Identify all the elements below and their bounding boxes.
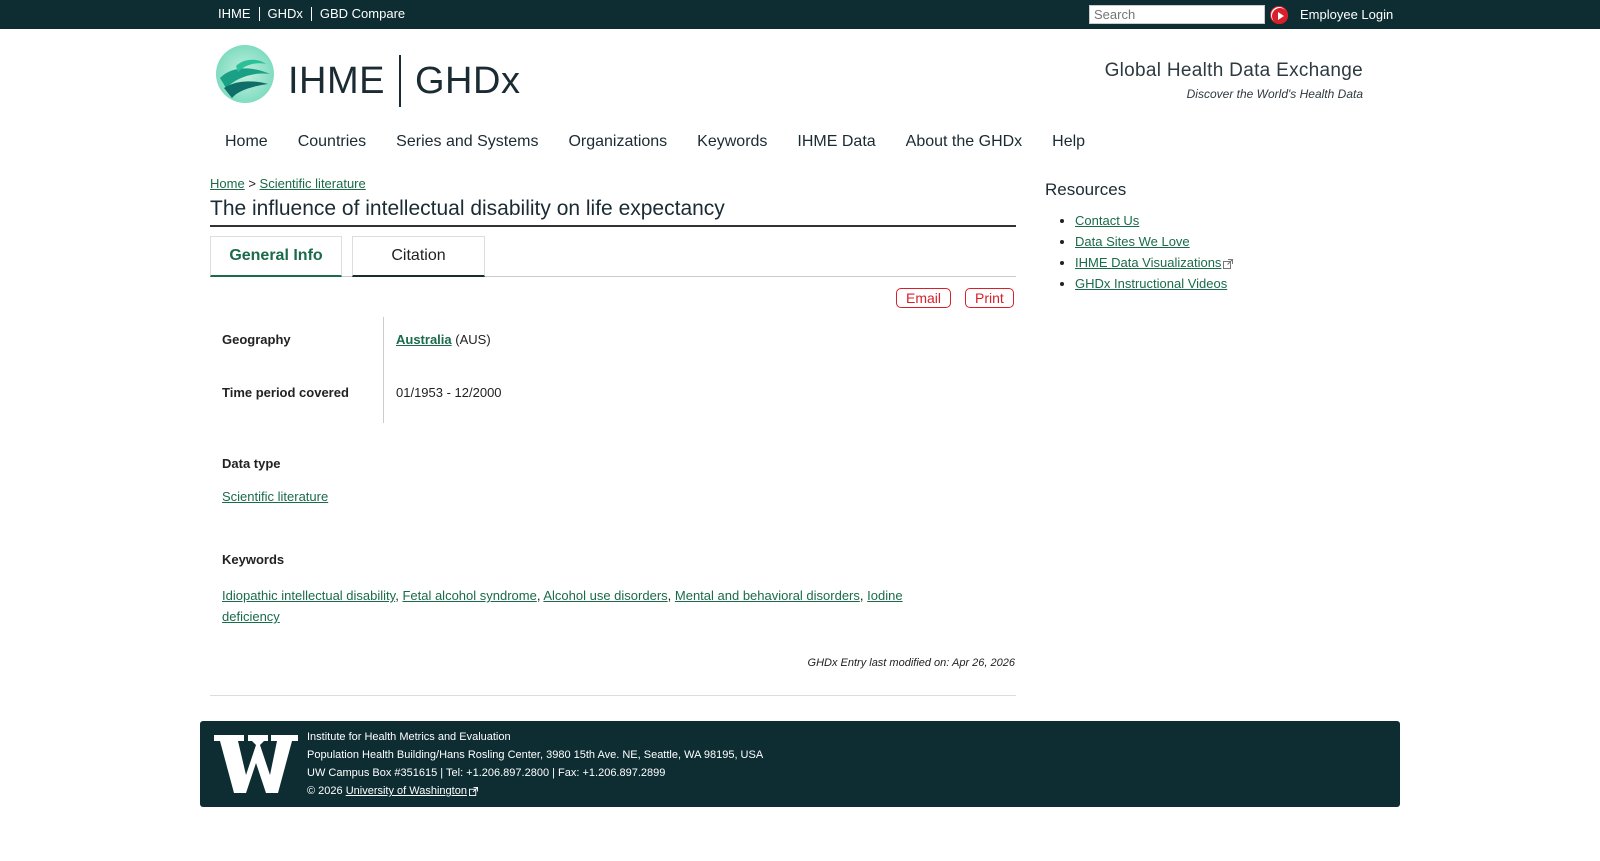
site-tagline: Global Health Data Exchange Discover the…: [1105, 60, 1363, 101]
resources-list: Contact Us Data Sites We Love IHME Data …: [1075, 213, 1234, 297]
breadcrumb-home-link[interactable]: Home: [210, 176, 245, 191]
tab-citation[interactable]: Citation: [352, 236, 485, 277]
brand-wordmark[interactable]: IHME GHDx: [288, 55, 520, 107]
ihme-logo-icon[interactable]: [214, 44, 276, 104]
breadcrumb-current-link[interactable]: Scientific literature: [260, 176, 366, 191]
info-labels-column: Geography Time period covered: [210, 317, 384, 423]
external-link-icon: [468, 786, 478, 796]
content-divider: [210, 695, 1016, 696]
brand-ihme: IHME: [288, 59, 385, 102]
resources-title: Resources: [1045, 180, 1127, 199]
top-link-ghdx[interactable]: GHDx: [258, 7, 311, 21]
tab-general-info[interactable]: General Info: [210, 236, 342, 277]
footer-address: Population Health Building/Hans Rosling …: [307, 749, 764, 761]
resource-item: GHDx Instructional Videos: [1075, 276, 1233, 291]
resource-link-ghdx-instructional-videos[interactable]: GHDx Instructional Videos: [1075, 276, 1227, 291]
employee-login-link[interactable]: Employee Login: [1300, 7, 1393, 22]
keyword-link-mental-and-behavioral-disorders[interactable]: Mental and behavioral disorders: [675, 588, 860, 603]
keywords-list: Idiopathic intellectual disability, Feta…: [222, 585, 952, 627]
resource-link-ihme-data-visualizations[interactable]: IHME Data Visualizations: [1075, 255, 1221, 270]
info-table: Geography Time period covered Australia …: [210, 317, 1016, 423]
email-button[interactable]: Email: [896, 288, 952, 308]
keyword-link-idiopathic-intellectual-disability[interactable]: Idiopathic intellectual disability: [222, 588, 395, 603]
footer-text: Institute for Health Metrics and Evaluat…: [307, 728, 763, 800]
nav-item-organizations[interactable]: Organizations: [568, 133, 667, 151]
brand-ghdx: GHDx: [415, 59, 521, 102]
breadcrumb-separator: >: [248, 176, 256, 191]
geography-value: Australia (AUS): [396, 332, 491, 347]
external-link-icon: [1223, 258, 1234, 269]
play-arrow-icon: [1272, 8, 1288, 24]
keyword-link-alcohol-use-disorders[interactable]: Alcohol use disorders: [543, 588, 667, 603]
top-link-gbd-compare[interactable]: GBD Compare: [310, 7, 413, 21]
data-type-label: Data type: [222, 456, 281, 471]
page-title: The influence of intellectual disability…: [210, 197, 1016, 227]
top-link-ihme[interactable]: IHME: [218, 7, 259, 21]
search-submit-button[interactable]: [1270, 6, 1288, 24]
keywords-label: Keywords: [222, 552, 285, 567]
nav-item-countries[interactable]: Countries: [298, 133, 366, 151]
data-type-link[interactable]: Scientific literature: [222, 489, 328, 504]
geography-label: Geography: [222, 332, 291, 347]
footer-uw-link[interactable]: University of Washington: [346, 785, 467, 797]
action-buttons: Email Print: [896, 288, 1014, 308]
top-links: IHME GHDx GBD Compare: [218, 7, 413, 21]
footer-contact: UW Campus Box #351615 | Tel: +1.206.897.…: [307, 767, 666, 779]
resource-item: Contact Us: [1075, 213, 1233, 228]
tab-bar: General Info Citation: [210, 236, 1016, 277]
print-button[interactable]: Print: [965, 288, 1014, 308]
footer-copyright-line: © 2026 University of Washington: [307, 782, 763, 800]
main-nav: Home Countries Series and Systems Organi…: [225, 133, 1115, 151]
brand-divider: [399, 55, 401, 107]
tagline-title: Global Health Data Exchange: [1104, 60, 1363, 81]
resource-item: Data Sites We Love: [1075, 234, 1233, 249]
nav-item-series-and-systems[interactable]: Series and Systems: [396, 133, 538, 151]
breadcrumb: Home > Scientific literature: [210, 176, 366, 191]
time-period-value: 01/1953 - 12/2000: [396, 385, 502, 400]
nav-item-about-the-ghdx[interactable]: About the GHDx: [906, 133, 1023, 151]
resource-item: IHME Data Visualizations: [1075, 255, 1234, 270]
uw-logo-icon[interactable]: [214, 735, 298, 793]
tagline-subtitle: Discover the World's Health Data: [1186, 87, 1363, 101]
nav-item-help[interactable]: Help: [1052, 133, 1085, 151]
resource-link-contact-us[interactable]: Contact Us: [1075, 213, 1139, 228]
resource-link-data-sites-we-love[interactable]: Data Sites We Love: [1075, 234, 1190, 249]
keyword-link-fetal-alcohol-syndrome[interactable]: Fetal alcohol syndrome: [402, 588, 536, 603]
nav-item-keywords[interactable]: Keywords: [697, 133, 767, 151]
geography-code: (AUS): [455, 332, 491, 347]
keyword-separator: ,: [667, 588, 675, 603]
geography-country-link[interactable]: Australia: [396, 332, 452, 347]
search-input[interactable]: [1089, 5, 1265, 24]
footer-copyright: © 2026: [307, 785, 343, 797]
footer-institute: Institute for Health Metrics and Evaluat…: [307, 731, 511, 743]
time-period-label: Time period covered: [222, 385, 349, 400]
site-footer: Institute for Health Metrics and Evaluat…: [200, 721, 1400, 807]
top-bar: IHME GHDx GBD Compare Employee Login: [0, 0, 1600, 29]
nav-item-ihme-data[interactable]: IHME Data: [797, 133, 875, 151]
last-modified-note: GHDx Entry last modified on: Apr 26, 202…: [807, 657, 1015, 669]
nav-item-home[interactable]: Home: [225, 133, 268, 151]
